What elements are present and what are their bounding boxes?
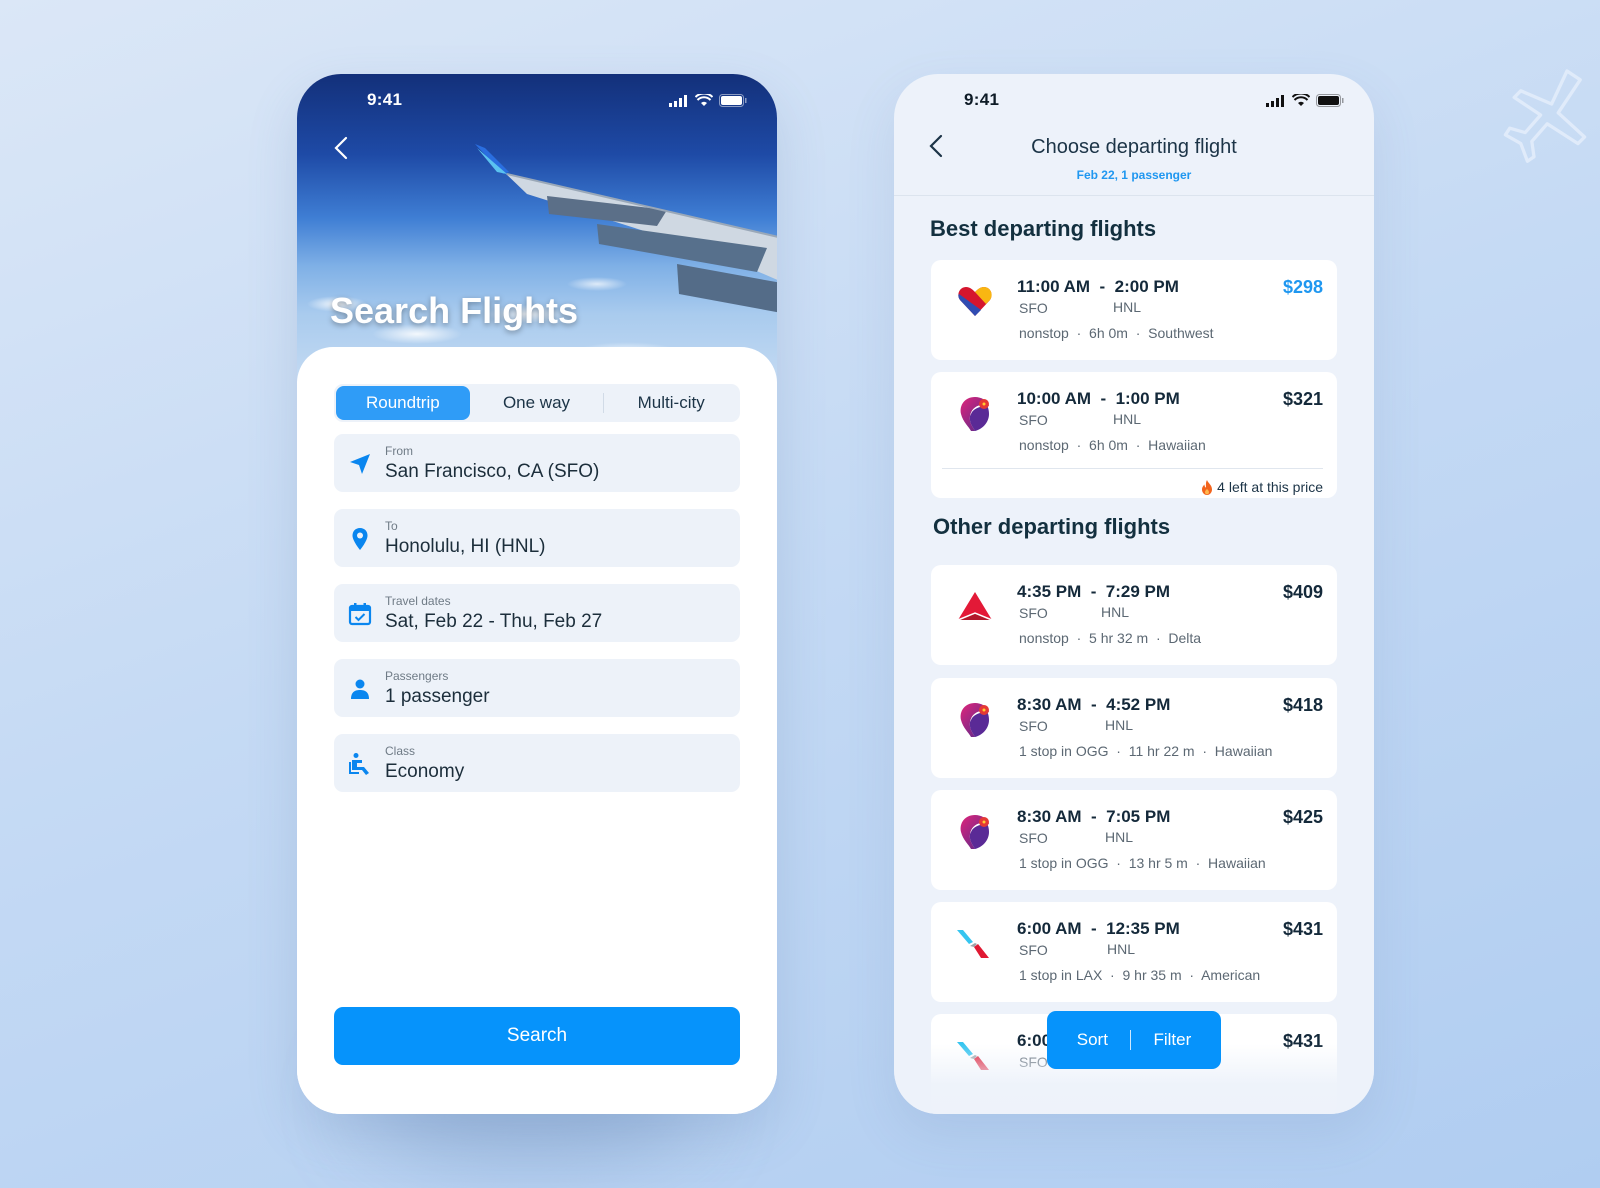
page-title: Choose departing flight bbox=[1031, 136, 1237, 158]
seat-icon bbox=[349, 753, 369, 775]
flight-card[interactable]: 8:30 AM - 7:05 PM SFO HNL 1 stop in OGG … bbox=[931, 790, 1337, 890]
wifi-icon bbox=[695, 94, 713, 106]
from-label: From bbox=[385, 444, 413, 458]
person-icon bbox=[351, 679, 369, 699]
southwest-logo-icon bbox=[958, 287, 992, 316]
arrival-airport: HNL bbox=[1107, 941, 1136, 957]
signal-icon bbox=[1266, 94, 1284, 107]
from-field[interactable]: From San Francisco, CA (SFO) bbox=[334, 434, 740, 492]
trip-type-segmented-control: Roundtrip One way Multi-city bbox=[334, 384, 740, 422]
departure-airport: SFO bbox=[1019, 605, 1048, 621]
airplane-wing-image bbox=[475, 144, 777, 313]
status-bar: 9:41 bbox=[297, 90, 777, 112]
flight-price: $321 bbox=[1282, 389, 1323, 409]
search-flights-screen: 9:41 Search Flights Roundtrip One way Mu… bbox=[297, 74, 777, 1114]
status-bar: 9:41 bbox=[894, 90, 1374, 112]
search-form: Roundtrip One way Multi-city From San Fr… bbox=[297, 347, 777, 1114]
tab-multi-city[interactable]: Multi-city bbox=[604, 386, 738, 420]
chevron-left-icon bbox=[334, 136, 348, 160]
seats-left-text: 4 left at this price bbox=[1217, 479, 1323, 495]
flight-card[interactable]: 10:00 AM - 1:00 PM SFO HNL nonstop · 6h … bbox=[931, 372, 1337, 498]
flight-times: 8:30 AM - 4:52 PM bbox=[1017, 695, 1171, 714]
departure-airport: SFO bbox=[1019, 718, 1048, 734]
flight-card[interactable]: 4:35 PM - 7:29 PM SFO HNL nonstop · 5 hr… bbox=[931, 565, 1337, 665]
departure-airport: SFO bbox=[1019, 942, 1048, 958]
sort-button[interactable]: Sort bbox=[1055, 1030, 1130, 1050]
other-flights-heading: Other departing flights bbox=[933, 514, 1171, 539]
airplane-watermark-icon bbox=[1503, 69, 1587, 163]
flight-times: 6:00 AM - 12:35 PM bbox=[1017, 919, 1180, 938]
hawaiian-logo-icon bbox=[960, 397, 989, 431]
travel-dates-label: Travel dates bbox=[385, 594, 451, 608]
signal-icon bbox=[669, 94, 687, 107]
wifi-icon bbox=[1292, 94, 1310, 106]
tab-roundtrip[interactable]: Roundtrip bbox=[336, 386, 470, 420]
fire-icon bbox=[1202, 479, 1213, 495]
battery-icon bbox=[1316, 94, 1344, 107]
status-time: 9:41 bbox=[367, 90, 403, 109]
calendar-check-icon bbox=[348, 603, 372, 626]
to-label: To bbox=[385, 519, 398, 533]
status-time: 9:41 bbox=[964, 90, 1000, 109]
location-arrow-icon bbox=[350, 454, 370, 474]
hero-image: 9:41 Search Flights bbox=[297, 74, 777, 394]
map-pin-icon bbox=[352, 528, 368, 550]
back-button[interactable] bbox=[327, 134, 355, 162]
flight-results-screen: 9:41 Choose departing flight Feb 22, 1 p… bbox=[894, 74, 1374, 1114]
filter-button[interactable]: Filter bbox=[1131, 1030, 1213, 1050]
best-flights-heading: Best departing flights bbox=[930, 216, 1157, 241]
departure-airport: SFO bbox=[1019, 830, 1048, 846]
card-divider bbox=[942, 468, 1323, 469]
flight-price: $425 bbox=[1282, 807, 1323, 827]
passengers-field[interactable]: Passengers 1 passenger bbox=[334, 659, 740, 717]
page-subtitle: Feb 22, 1 passenger bbox=[1076, 168, 1192, 182]
flight-details: 1 stop in OGG · 13 hr 5 m · Hawaiian bbox=[1019, 855, 1266, 871]
class-label: Class bbox=[385, 744, 416, 758]
flight-times: 10:00 AM - 1:00 PM bbox=[1017, 389, 1180, 408]
travel-dates-value: Sat, Feb 22 - Thu, Feb 27 bbox=[385, 611, 603, 632]
flight-details: nonstop · 5 hr 32 m · Delta bbox=[1019, 630, 1202, 646]
arrival-airport: HNL bbox=[1101, 604, 1130, 620]
flight-price: $431 bbox=[1282, 919, 1323, 939]
flight-card[interactable]: 6:00 AM - 12:35 PM SFO HNL 1 stop in LAX… bbox=[931, 902, 1337, 1002]
flight-price: $298 bbox=[1282, 277, 1323, 297]
passengers-value: 1 passenger bbox=[385, 686, 490, 707]
flight-details: nonstop · 6h 0m · Southwest bbox=[1019, 325, 1214, 341]
flight-times: 8:30 AM - 7:05 PM bbox=[1017, 807, 1171, 826]
flight-details: 1 stop in OGG · 11 hr 22 m · Hawaiian bbox=[1019, 743, 1273, 759]
departure-airport: SFO bbox=[1019, 412, 1048, 428]
arrival-airport: HNL bbox=[1105, 829, 1134, 845]
hawaiian-logo-icon bbox=[960, 815, 989, 849]
arrival-airport: HNL bbox=[1113, 299, 1142, 315]
to-field[interactable]: To Honolulu, HI (HNL) bbox=[334, 509, 740, 567]
flight-price: $409 bbox=[1282, 582, 1323, 602]
delta-logo-icon bbox=[957, 592, 993, 621]
passengers-label: Passengers bbox=[385, 669, 449, 683]
sort-filter-bar: Sort Filter bbox=[1047, 1011, 1221, 1069]
tab-one-way[interactable]: One way bbox=[470, 386, 604, 420]
american-airlines-logo-icon bbox=[957, 930, 989, 958]
from-value: San Francisco, CA (SFO) bbox=[385, 461, 600, 482]
flight-details: 1 stop in LAX · 9 hr 35 m · American bbox=[1019, 967, 1261, 983]
flight-card[interactable]: 11:00 AM - 2:00 PM SFO HNL nonstop · 6h … bbox=[931, 260, 1337, 360]
class-value: Economy bbox=[385, 761, 465, 782]
search-button[interactable]: Search bbox=[334, 1007, 740, 1065]
seats-left-badge: 4 left at this price bbox=[1201, 479, 1323, 495]
battery-icon bbox=[719, 94, 747, 107]
arrival-airport: HNL bbox=[1105, 717, 1134, 733]
flight-times: 11:00 AM - 2:00 PM bbox=[1017, 277, 1179, 296]
flight-times: 4:35 PM - 7:29 PM bbox=[1017, 582, 1171, 601]
travel-dates-field[interactable]: Travel dates Sat, Feb 22 - Thu, Feb 27 bbox=[334, 584, 740, 642]
flight-card[interactable]: 8:30 AM - 4:52 PM SFO HNL 1 stop in OGG … bbox=[931, 678, 1337, 778]
arrival-airport: HNL bbox=[1113, 411, 1142, 427]
to-value: Honolulu, HI (HNL) bbox=[385, 536, 546, 557]
flight-details: nonstop · 6h 0m · Hawaiian bbox=[1019, 437, 1206, 453]
hawaiian-logo-icon bbox=[960, 703, 989, 737]
page-title: Search Flights bbox=[330, 290, 579, 331]
flight-price: $418 bbox=[1282, 695, 1323, 715]
departure-airport: SFO bbox=[1019, 300, 1048, 316]
nav-header: Choose departing flight Feb 22, 1 passen… bbox=[894, 114, 1374, 196]
class-field[interactable]: Class Economy bbox=[334, 734, 740, 792]
